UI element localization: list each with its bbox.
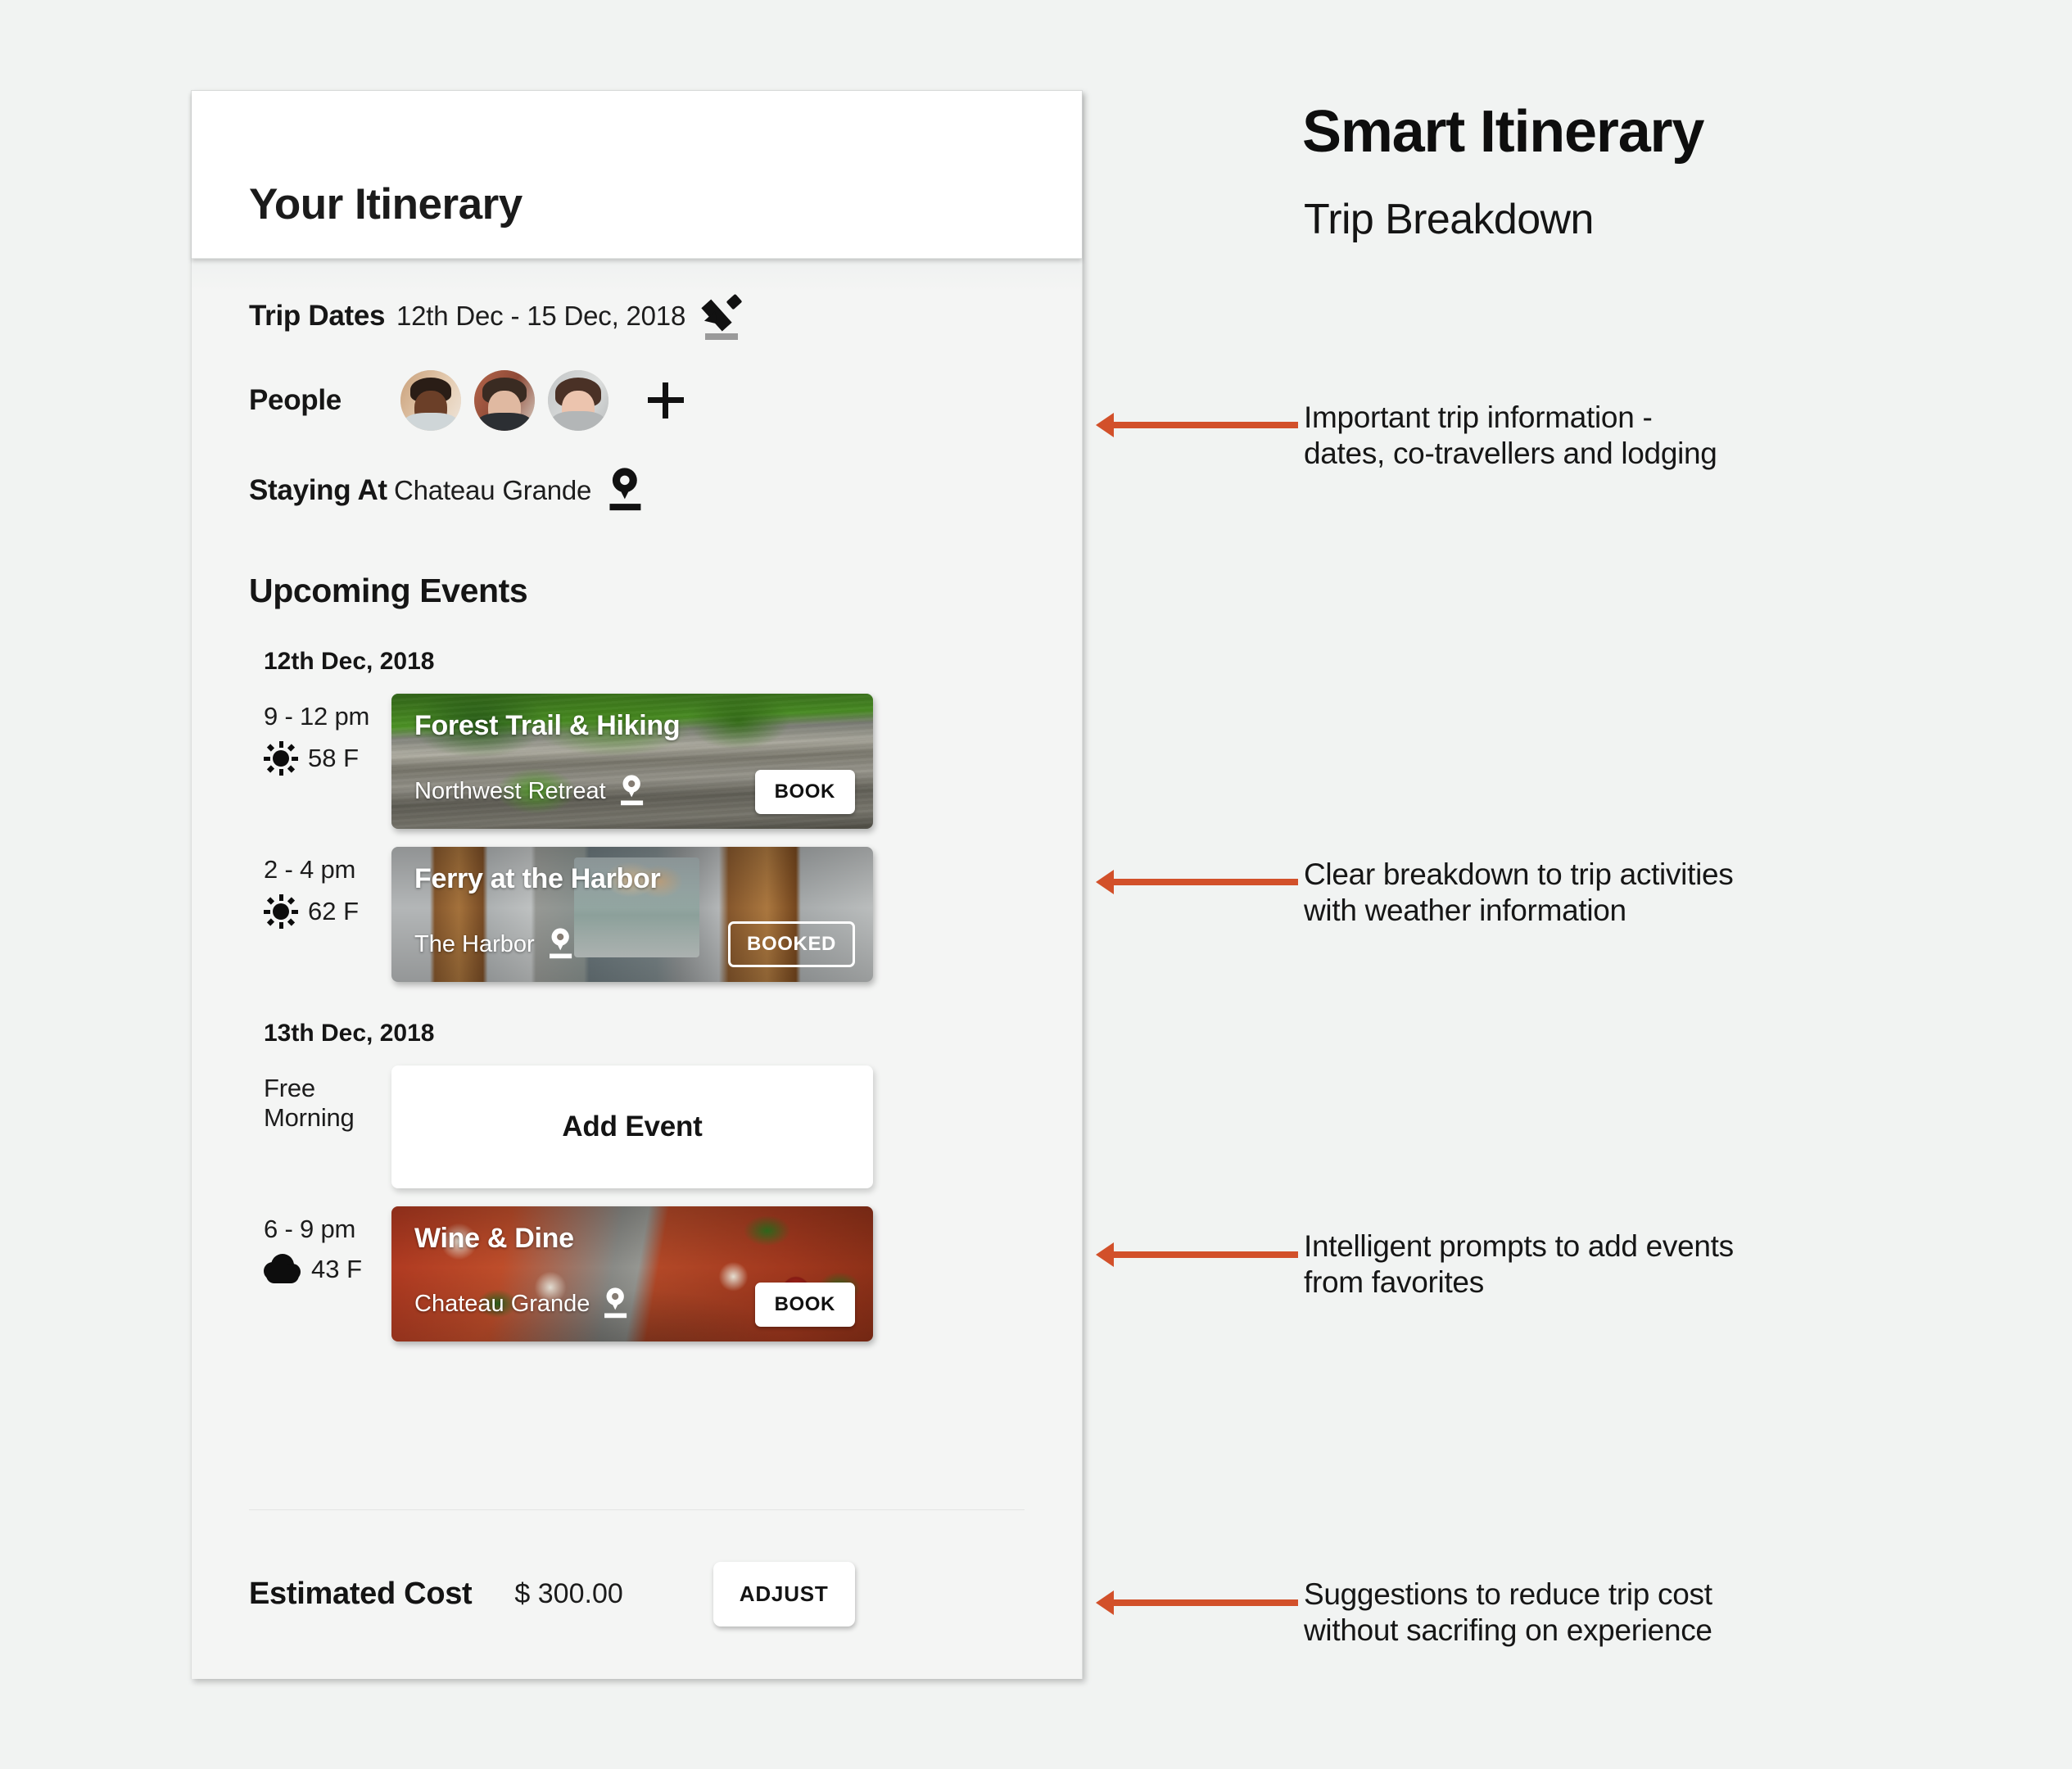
headline: Smart Itinerary bbox=[1302, 99, 1704, 165]
trip-dates-value: 12th Dec - 15 Dec, 2018 bbox=[396, 301, 686, 331]
trip-dates-label: Trip Dates bbox=[249, 300, 386, 332]
event-time: 9 - 12 pm bbox=[264, 702, 370, 731]
event-place-label: Northwest Retreat bbox=[414, 777, 606, 804]
subheadline: Trip Breakdown bbox=[1304, 196, 1594, 243]
event-card[interactable]: Ferry at the Harbor The Harbor BOOKED bbox=[391, 847, 873, 982]
event-title: Forest Trail & Hiking bbox=[414, 710, 681, 741]
sun-icon bbox=[264, 894, 298, 929]
location-pin-icon[interactable] bbox=[620, 775, 645, 807]
app-body: Trip Dates 12th Dec - 15 Dec, 2018 Peopl… bbox=[192, 259, 1082, 1679]
event-title: Wine & Dine bbox=[414, 1223, 574, 1254]
add-event-button[interactable]: Add Event bbox=[391, 1065, 873, 1188]
callout-note: Important trip information - dates, co-t… bbox=[1304, 400, 1717, 470]
page-root: Your Itinerary Trip Dates 12th Dec - 15 … bbox=[0, 0, 2072, 1769]
callout-arrow bbox=[1096, 1590, 1298, 1615]
estimated-cost-row: Estimated Cost $ 300.00 ADJUST bbox=[249, 1509, 1025, 1678]
event-place-label: Chateau Grande bbox=[414, 1290, 590, 1317]
callout-arrow bbox=[1096, 870, 1298, 894]
event-title: Ferry at the Harbor bbox=[414, 863, 661, 894]
location-pin-icon[interactable] bbox=[604, 1287, 629, 1319]
event-temperature: 62 F bbox=[308, 897, 360, 925]
trip-dates-row: Trip Dates 12th Dec - 15 Dec, 2018 bbox=[249, 259, 1025, 355]
event-weather: 62 F bbox=[264, 894, 391, 929]
event-weather: 43 F bbox=[264, 1254, 391, 1285]
event-place: Chateau Grande bbox=[414, 1284, 631, 1323]
callout-note: Clear breakdown to trip activities with … bbox=[1304, 857, 1734, 927]
avatar[interactable] bbox=[548, 370, 608, 431]
event-time: 6 - 9 pm bbox=[264, 1215, 356, 1243]
event-temperature: 43 F bbox=[311, 1255, 363, 1283]
book-button[interactable]: BOOK bbox=[754, 770, 855, 814]
location-pin-icon[interactable] bbox=[549, 928, 573, 960]
event-weather: 58 F bbox=[264, 741, 391, 776]
callout-arrow bbox=[1096, 1242, 1298, 1267]
event-meta: 9 - 12 pm 58 F bbox=[264, 694, 391, 829]
avatar[interactable] bbox=[474, 370, 535, 431]
people-row: People bbox=[249, 355, 1025, 446]
estimated-cost-value: $ 300.00 bbox=[514, 1578, 623, 1609]
callout-note: Intelligent prompts to add events from f… bbox=[1304, 1229, 1734, 1299]
itinerary-app-card: Your Itinerary Trip Dates 12th Dec - 15 … bbox=[191, 90, 1083, 1679]
event-row: 6 - 9 pm 43 F Wine & Dine Chateau Grande bbox=[264, 1206, 1025, 1341]
event-place-label: The Harbor bbox=[414, 930, 535, 957]
day-heading: 13th Dec, 2018 bbox=[264, 1020, 435, 1047]
location-pin-icon[interactable] bbox=[609, 468, 643, 513]
event-meta: 6 - 9 pm 43 F bbox=[264, 1206, 391, 1341]
avatar[interactable] bbox=[400, 370, 461, 431]
event-row: 9 - 12 pm 58 F Forest Trail & Hiking Nor… bbox=[264, 694, 1025, 829]
event-place: The Harbor bbox=[414, 925, 576, 964]
estimated-cost-label: Estimated Cost bbox=[249, 1577, 473, 1611]
day-heading: 12th Dec, 2018 bbox=[264, 648, 435, 675]
staying-at-row: Staying At Chateau Grande bbox=[249, 446, 1025, 536]
event-place: Northwest Retreat bbox=[414, 771, 647, 811]
event-meta: 2 - 4 pm 62 F bbox=[264, 847, 391, 982]
callout-note: Suggestions to reduce trip cost without … bbox=[1304, 1577, 1712, 1647]
cloud-icon bbox=[264, 1254, 301, 1285]
event-row: Free Morning Add Event bbox=[264, 1065, 1025, 1188]
add-person-plus-icon[interactable] bbox=[648, 382, 684, 418]
event-time: 2 - 4 pm bbox=[264, 855, 356, 884]
event-card[interactable]: Forest Trail & Hiking Northwest Retreat … bbox=[391, 694, 873, 829]
sun-icon bbox=[264, 741, 298, 776]
people-label: People bbox=[249, 384, 342, 416]
pencil-icon[interactable] bbox=[701, 293, 744, 340]
staying-at-label: Staying At bbox=[249, 474, 387, 506]
event-card[interactable]: Wine & Dine Chateau Grande BOOK bbox=[391, 1206, 873, 1341]
avatar-group bbox=[400, 370, 622, 431]
app-header: Your Itinerary bbox=[192, 91, 1082, 259]
event-row: 2 - 4 pm 62 F Ferry at the Harbor The Ha… bbox=[264, 847, 1025, 982]
event-time: Free Morning bbox=[264, 1074, 355, 1132]
event-temperature: 58 F bbox=[308, 744, 360, 772]
adjust-button[interactable]: ADJUST bbox=[713, 1562, 855, 1626]
page-title: Your Itinerary bbox=[249, 180, 523, 228]
staying-at-value: Chateau Grande bbox=[394, 475, 592, 505]
upcoming-events-heading: Upcoming Events bbox=[249, 572, 528, 609]
event-meta: Free Morning bbox=[264, 1065, 391, 1188]
book-button[interactable]: BOOK bbox=[754, 1283, 855, 1327]
callout-arrow bbox=[1096, 413, 1298, 437]
booked-button[interactable]: BOOKED bbox=[728, 921, 855, 967]
